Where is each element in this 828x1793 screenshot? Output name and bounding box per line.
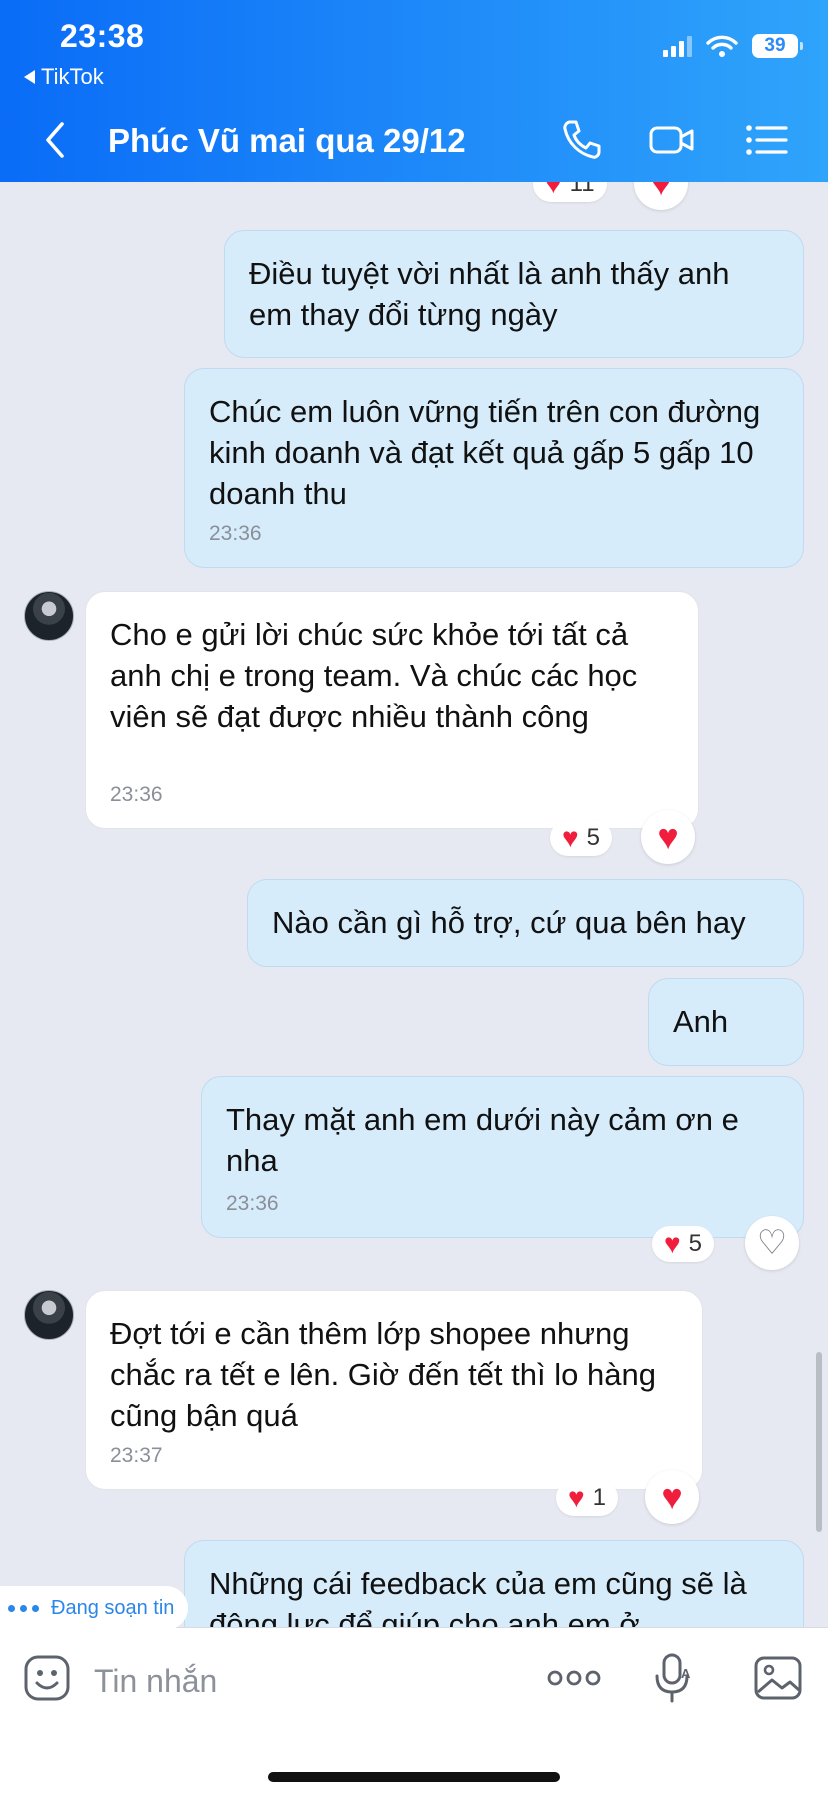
gallery-button[interactable]: [752, 1652, 804, 1704]
typing-label: Đang soạn tin: [51, 1596, 175, 1619]
reaction-summary[interactable]: ♥ 11: [533, 182, 607, 202]
reaction-count: 11: [569, 182, 595, 197]
emoji-sticker-icon: [24, 1655, 70, 1701]
message-bubble-incoming[interactable]: Cho e gửi lời chúc sức khỏe tới tất cả a…: [85, 591, 699, 829]
message-bubble-outgoing[interactable]: Nào cần gì hỗ trợ, cứ qua bên hay: [247, 879, 804, 967]
react-button[interactable]: ♥: [645, 1470, 699, 1524]
back-chevron-icon[interactable]: [40, 120, 74, 160]
react-button[interactable]: ♡: [745, 1216, 799, 1270]
typing-dots-icon: [8, 1604, 39, 1612]
message-text: Chúc em luôn vững tiến trên con đường ki…: [209, 394, 761, 511]
heart-icon: ♥: [657, 816, 679, 857]
heart-icon: ♥: [562, 822, 579, 853]
heart-icon: ♥: [661, 1476, 683, 1517]
reaction-count: 5: [688, 1230, 702, 1257]
message-time: 23:36: [110, 783, 163, 806]
signal-icon: [663, 35, 692, 57]
message-input-bar: A: [0, 1627, 828, 1793]
menu-list-icon[interactable]: [742, 116, 790, 164]
message-time: 23:36: [226, 1192, 279, 1215]
more-options-button[interactable]: [546, 1652, 602, 1704]
reaction-summary[interactable]: ♥ 1: [556, 1480, 618, 1516]
message-text: Đợt tới e cần thêm lớp shopee nhưng chắc…: [110, 1316, 656, 1433]
back-app-label: TikTok: [41, 64, 104, 89]
image-gallery-icon: [754, 1656, 802, 1700]
microphone-icon: A: [655, 1653, 691, 1703]
message-text: Điều tuyệt vời nhất là anh thấy anh em t…: [249, 256, 730, 332]
react-button[interactable]: ♥: [634, 182, 688, 210]
heart-outline-icon: ♡: [756, 1224, 788, 1262]
react-button[interactable]: ♥: [641, 810, 695, 864]
message-bubble-outgoing[interactable]: Những cái feedback của em cũng sẽ là độn…: [184, 1540, 804, 1627]
message-time: 23:36: [209, 522, 262, 545]
back-to-app[interactable]: TikTok: [24, 64, 104, 90]
chat-header: 23:38 TikTok 39 Phúc Vũ mai qua 29/12: [0, 0, 828, 182]
sticker-button[interactable]: [22, 1652, 72, 1704]
typing-indicator: Đang soạn tin: [0, 1586, 189, 1630]
battery-icon: 39: [752, 34, 803, 58]
heart-icon: ♥: [568, 1482, 585, 1513]
message-text: Thay mặt anh em dưới này cảm ơn e nha: [226, 1102, 739, 1178]
avatar[interactable]: [24, 1290, 74, 1340]
reaction-count: 1: [592, 1484, 606, 1511]
reaction-summary[interactable]: ♥ 5: [652, 1226, 714, 1262]
message-list[interactable]: ♥ 11 ♥ Điều tuyệt vời nhất là anh thấy a…: [0, 182, 828, 1627]
message-bubble-outgoing[interactable]: Anh: [648, 978, 804, 1066]
message-text: Cho e gửi lời chúc sức khỏe tới tất cả a…: [110, 617, 638, 734]
heart-icon: ♥: [664, 1228, 681, 1259]
message-bubble-outgoing[interactable]: Thay mặt anh em dưới này cảm ơn e nha 23…: [201, 1076, 804, 1238]
message-input[interactable]: [92, 1658, 436, 1704]
chat-title[interactable]: Phúc Vũ mai qua 29/12: [108, 122, 466, 160]
heart-icon: ♥: [650, 182, 672, 203]
message-bubble-outgoing[interactable]: Điều tuyệt vời nhất là anh thấy anh em t…: [224, 230, 804, 358]
reaction-summary[interactable]: ♥ 5: [550, 820, 612, 856]
reaction-count: 5: [586, 824, 600, 851]
message-text: Anh: [673, 1004, 729, 1039]
voice-button[interactable]: A: [650, 1652, 696, 1704]
video-call-icon[interactable]: [648, 116, 696, 164]
message-bubble-outgoing[interactable]: Chúc em luôn vững tiến trên con đường ki…: [184, 368, 804, 568]
wifi-icon: [706, 35, 738, 57]
message-text: Những cái feedback của em cũng sẽ là độn…: [209, 1566, 747, 1627]
message-text: Nào cần gì hỗ trợ, cứ qua bên hay: [272, 905, 746, 940]
avatar[interactable]: [24, 591, 74, 641]
more-dots-icon: [547, 1670, 601, 1686]
scrollbar[interactable]: [816, 1352, 822, 1532]
status-indicators: 39: [663, 34, 803, 58]
back-triangle-icon: [24, 70, 35, 84]
svg-text:A: A: [681, 1666, 691, 1681]
status-time: 23:38: [60, 18, 145, 54]
home-indicator: [268, 1772, 560, 1782]
message-time: 23:37: [110, 1444, 163, 1467]
phone-call-icon[interactable]: [558, 116, 606, 164]
heart-icon: ♥: [545, 182, 562, 199]
message-bubble-incoming[interactable]: Đợt tới e cần thêm lớp shopee nhưng chắc…: [85, 1290, 703, 1490]
